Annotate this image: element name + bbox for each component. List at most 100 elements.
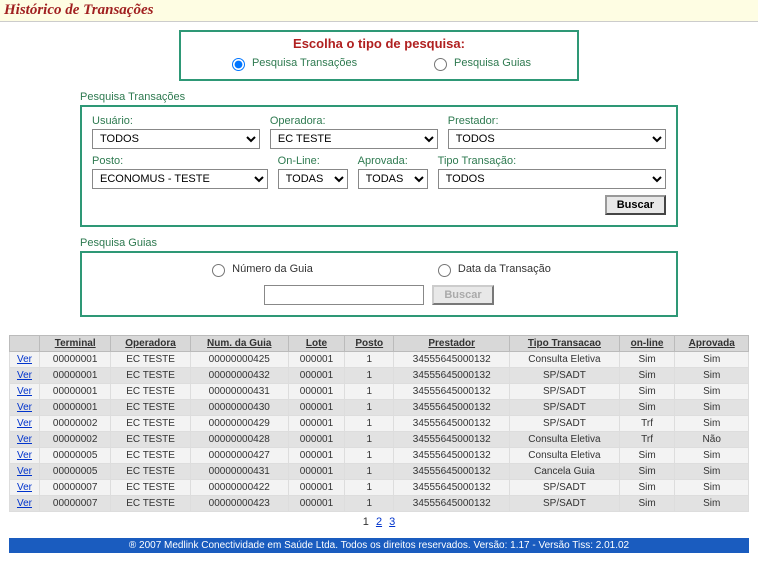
cell-prestador: 34555645000132 bbox=[394, 384, 510, 400]
posto-select[interactable]: ECONOMUS - TESTE bbox=[92, 169, 268, 189]
cell-online: Trf bbox=[619, 432, 675, 448]
radio-pesquisa-guias-label[interactable]: Pesquisa Guias bbox=[429, 55, 531, 71]
tipo-transacao-select[interactable]: TODOS bbox=[438, 169, 666, 189]
buscar-guias-button[interactable]: Buscar bbox=[432, 285, 493, 305]
cell-tipo: SP/SADT bbox=[510, 480, 620, 496]
cell-aprovada: Sim bbox=[675, 416, 749, 432]
ver-link[interactable]: Ver bbox=[17, 482, 32, 493]
table-row: Ver00000001EC TESTE000000004320000011345… bbox=[10, 368, 749, 384]
cell-tipo: SP/SADT bbox=[510, 368, 620, 384]
th-ver bbox=[10, 336, 40, 352]
cell-lote: 000001 bbox=[288, 368, 345, 384]
cell-lote: 000001 bbox=[288, 432, 345, 448]
online-select[interactable]: TODAS bbox=[278, 169, 348, 189]
th-terminal[interactable]: Terminal bbox=[40, 336, 111, 352]
ver-link[interactable]: Ver bbox=[17, 466, 32, 477]
radio-pesquisa-transacoes-text: Pesquisa Transações bbox=[252, 57, 357, 69]
radio-data-transacao[interactable] bbox=[438, 264, 451, 277]
cell-terminal: 00000001 bbox=[40, 384, 111, 400]
ver-link[interactable]: Ver bbox=[17, 354, 32, 365]
radio-numero-guia[interactable] bbox=[212, 264, 225, 277]
radio-numero-guia-label[interactable]: Número da Guia bbox=[207, 261, 313, 277]
pager: 1 2 3 bbox=[0, 512, 758, 538]
prestador-select[interactable]: TODOS bbox=[448, 129, 666, 149]
th-lote[interactable]: Lote bbox=[288, 336, 345, 352]
th-prestador[interactable]: Prestador bbox=[394, 336, 510, 352]
guia-search-input[interactable] bbox=[264, 285, 424, 305]
buscar-transacoes-button[interactable]: Buscar bbox=[605, 195, 666, 215]
ver-link[interactable]: Ver bbox=[17, 434, 32, 445]
cell-lote: 000001 bbox=[288, 464, 345, 480]
ver-link[interactable]: Ver bbox=[17, 370, 32, 381]
usuario-select[interactable]: TODOS bbox=[92, 129, 260, 149]
cell-operadora: EC TESTE bbox=[111, 432, 190, 448]
operadora-select[interactable]: EC TESTE bbox=[270, 129, 438, 149]
cell-operadora: EC TESTE bbox=[111, 480, 190, 496]
radio-pesquisa-transacoes[interactable] bbox=[232, 58, 245, 71]
usuario-label: Usuário: bbox=[92, 115, 260, 127]
cell-posto: 1 bbox=[345, 368, 394, 384]
cell-prestador: 34555645000132 bbox=[394, 464, 510, 480]
pager-page-1: 1 bbox=[363, 516, 369, 528]
cell-tipo: Consulta Eletiva bbox=[510, 432, 620, 448]
th-aprovada[interactable]: Aprovada bbox=[675, 336, 749, 352]
table-row: Ver00000007EC TESTE000000004230000011345… bbox=[10, 496, 749, 512]
cell-posto: 1 bbox=[345, 448, 394, 464]
cell-tipo: SP/SADT bbox=[510, 416, 620, 432]
ver-link[interactable]: Ver bbox=[17, 498, 32, 509]
cell-operadora: EC TESTE bbox=[111, 448, 190, 464]
ver-link[interactable]: Ver bbox=[17, 450, 32, 461]
cell-num_guia: 00000000431 bbox=[190, 464, 288, 480]
cell-ver: Ver bbox=[10, 496, 40, 512]
transacoes-legend: Pesquisa Transações bbox=[80, 91, 678, 103]
th-num-guia[interactable]: Num. da Guia bbox=[190, 336, 288, 352]
th-operadora[interactable]: Operadora bbox=[111, 336, 190, 352]
cell-ver: Ver bbox=[10, 352, 40, 368]
cell-prestador: 34555645000132 bbox=[394, 368, 510, 384]
cell-operadora: EC TESTE bbox=[111, 416, 190, 432]
cell-lote: 000001 bbox=[288, 352, 345, 368]
pager-page-3[interactable]: 3 bbox=[389, 516, 395, 528]
ver-link[interactable]: Ver bbox=[17, 402, 32, 413]
cell-terminal: 00000007 bbox=[40, 496, 111, 512]
table-row: Ver00000002EC TESTE000000004280000011345… bbox=[10, 432, 749, 448]
cell-terminal: 00000002 bbox=[40, 416, 111, 432]
cell-terminal: 00000002 bbox=[40, 432, 111, 448]
cell-aprovada: Sim bbox=[675, 464, 749, 480]
th-posto[interactable]: Posto bbox=[345, 336, 394, 352]
pager-page-2[interactable]: 2 bbox=[376, 516, 382, 528]
cell-aprovada: Não bbox=[675, 432, 749, 448]
cell-tipo: Cancela Guia bbox=[510, 464, 620, 480]
radio-data-transacao-text: Data da Transação bbox=[458, 263, 551, 275]
table-row: Ver00000001EC TESTE000000004300000011345… bbox=[10, 400, 749, 416]
cell-lote: 000001 bbox=[288, 416, 345, 432]
cell-online: Sim bbox=[619, 352, 675, 368]
cell-terminal: 00000001 bbox=[40, 352, 111, 368]
cell-terminal: 00000007 bbox=[40, 480, 111, 496]
cell-prestador: 34555645000132 bbox=[394, 480, 510, 496]
table-row: Ver00000007EC TESTE000000004220000011345… bbox=[10, 480, 749, 496]
ver-link[interactable]: Ver bbox=[17, 418, 32, 429]
cell-num_guia: 00000000425 bbox=[190, 352, 288, 368]
tipo-transacao-label: Tipo Transação: bbox=[438, 155, 666, 167]
aprovada-label: Aprovada: bbox=[358, 155, 428, 167]
table-row: Ver00000002EC TESTE000000004290000011345… bbox=[10, 416, 749, 432]
cell-online: Sim bbox=[619, 400, 675, 416]
cell-posto: 1 bbox=[345, 496, 394, 512]
radio-data-transacao-label[interactable]: Data da Transação bbox=[433, 261, 551, 277]
th-tipo[interactable]: Tipo Transacao bbox=[510, 336, 620, 352]
search-type-title: Escolha o tipo de pesquisa: bbox=[191, 36, 567, 51]
cell-online: Sim bbox=[619, 496, 675, 512]
cell-online: Trf bbox=[619, 416, 675, 432]
cell-lote: 000001 bbox=[288, 448, 345, 464]
aprovada-select[interactable]: TODAS bbox=[358, 169, 428, 189]
table-row: Ver00000005EC TESTE000000004270000011345… bbox=[10, 448, 749, 464]
th-online[interactable]: on-line bbox=[619, 336, 675, 352]
cell-ver: Ver bbox=[10, 416, 40, 432]
posto-label: Posto: bbox=[92, 155, 268, 167]
ver-link[interactable]: Ver bbox=[17, 386, 32, 397]
search-type-box: Escolha o tipo de pesquisa: Pesquisa Tra… bbox=[179, 30, 579, 81]
radio-pesquisa-transacoes-label[interactable]: Pesquisa Transações bbox=[227, 55, 357, 71]
cell-posto: 1 bbox=[345, 464, 394, 480]
radio-pesquisa-guias[interactable] bbox=[434, 58, 447, 71]
